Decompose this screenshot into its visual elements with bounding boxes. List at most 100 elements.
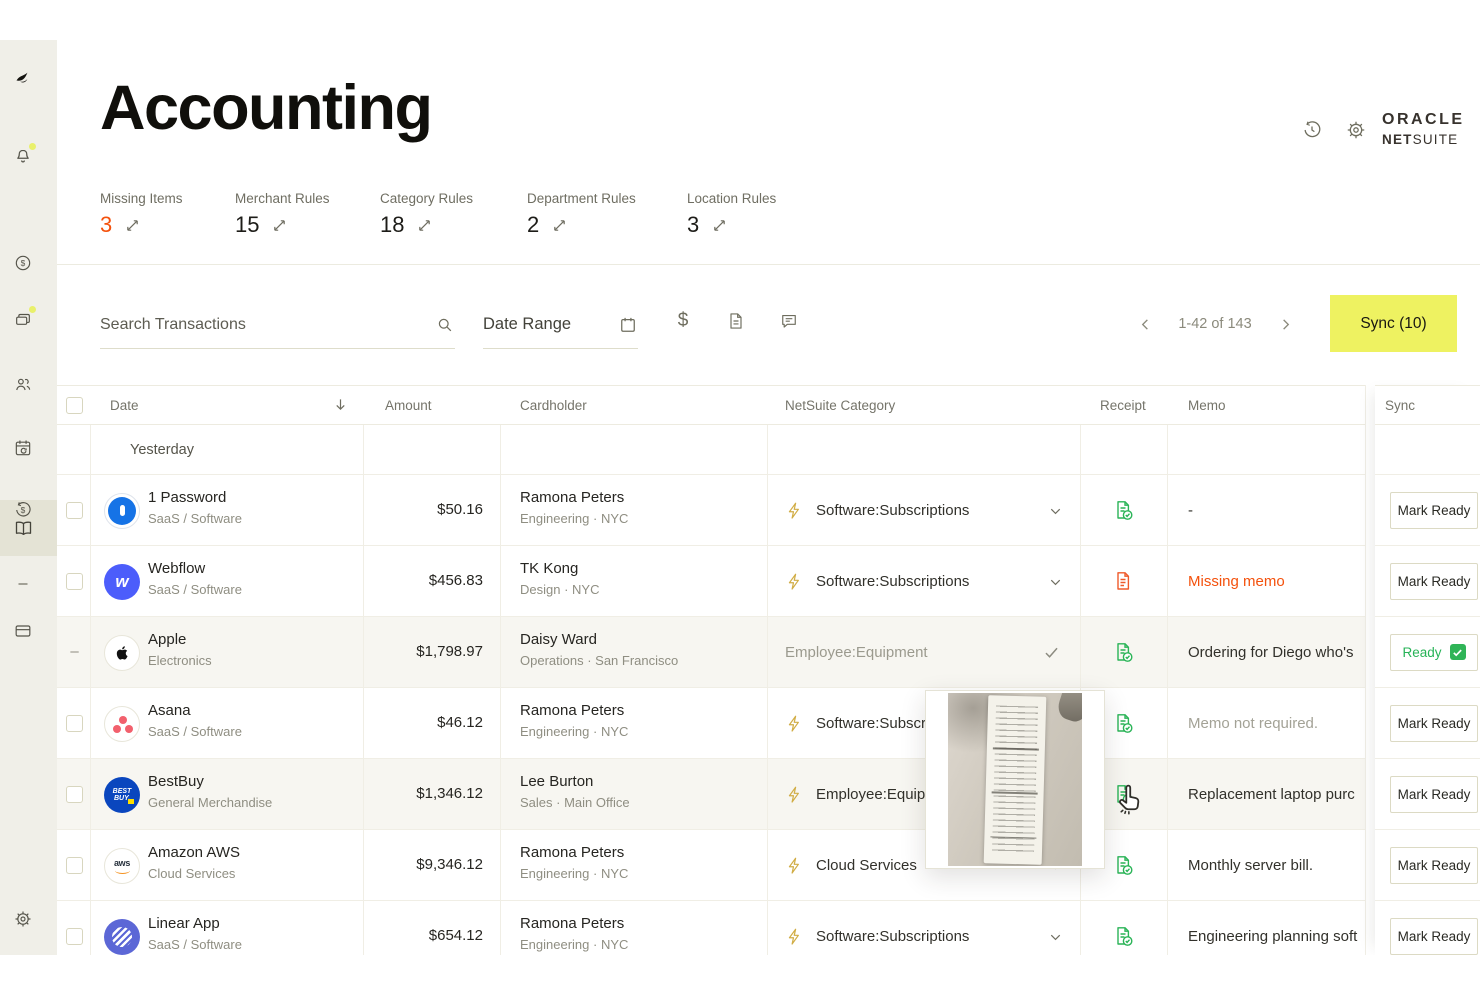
transaction-row[interactable]: aws Amazon AWS Cloud Services $9,346.12 …: [57, 830, 1365, 901]
row-checkbox[interactable]: [66, 928, 83, 945]
column-header-date[interactable]: Date: [110, 398, 139, 413]
sync-button[interactable]: Sync (10): [1330, 295, 1457, 352]
date-range-picker[interactable]: Date Range: [483, 301, 638, 349]
team-icon[interactable]: [12, 374, 34, 396]
receipt-attached-icon[interactable]: [1112, 712, 1134, 734]
column-header-memo[interactable]: Memo: [1188, 398, 1226, 413]
mark-ready-button[interactable]: Mark Ready: [1390, 705, 1478, 742]
accounting-book-icon[interactable]: [12, 517, 34, 539]
oracle-netsuite-logo: ORACLE NETSUITE: [1382, 112, 1465, 147]
category-select[interactable]: Software:Subscriptions: [816, 502, 969, 519]
merchant-logo-webflow: w: [104, 564, 140, 600]
category-select[interactable]: Software:Subscriptions: [816, 573, 969, 590]
amount: $46.12: [363, 714, 483, 731]
category-select[interactable]: Cloud Services: [816, 857, 917, 874]
memo-filter-icon[interactable]: [778, 310, 800, 332]
row-checkbox[interactable]: [66, 502, 83, 519]
expand-icon[interactable]: [552, 218, 567, 233]
mark-ready-button[interactable]: Mark Ready: [1390, 492, 1478, 529]
notification-badge: [27, 141, 38, 152]
receipt-attached-icon[interactable]: [1112, 925, 1134, 947]
category-select[interactable]: Software:Subscriptions: [816, 928, 969, 945]
memo-cell[interactable]: Monthly server bill.: [1188, 857, 1366, 874]
column-header-category[interactable]: NetSuite Category: [785, 398, 895, 413]
scheduled-sync-icon[interactable]: [12, 437, 34, 459]
notifications-icon[interactable]: [12, 146, 34, 168]
chevron-down-icon[interactable]: [1048, 575, 1063, 590]
transaction-row[interactable]: Asana SaaS / Software $46.12 Ramona Pete…: [57, 688, 1365, 759]
search-input[interactable]: [100, 316, 435, 334]
sidebar-settings-icon[interactable]: [12, 908, 34, 930]
row-checkbox[interactable]: [66, 573, 83, 590]
transaction-row[interactable]: BEST BUY, BestBuy General Merchandise $1…: [57, 759, 1365, 830]
row-checkbox[interactable]: [66, 786, 83, 803]
ready-label: Ready: [1402, 645, 1441, 660]
amount-filter-icon[interactable]: $: [672, 310, 694, 332]
stat-location-rules: Location Rules 3: [687, 191, 776, 238]
collapse-dash-icon[interactable]: [12, 573, 34, 595]
receipt-missing-icon[interactable]: [1112, 570, 1134, 592]
search-box: [100, 301, 455, 349]
brand-logo-icon[interactable]: [12, 66, 34, 88]
netsuite-suite: SUITE: [1413, 132, 1459, 147]
transaction-row[interactable]: w Webflow SaaS / Software $456.83 TK Kon…: [57, 546, 1365, 617]
next-page-icon[interactable]: [1275, 314, 1295, 334]
expand-icon[interactable]: [417, 218, 432, 233]
memo-cell[interactable]: Memo not required.: [1188, 715, 1366, 732]
banking-card-icon[interactable]: [12, 620, 34, 642]
cardholder-name: Ramona Peters: [520, 702, 628, 719]
category-confirmed: Employee:Equipment: [785, 644, 928, 661]
expand-icon[interactable]: [272, 218, 287, 233]
memo-cell[interactable]: Engineering planning soft: [1188, 928, 1366, 945]
cardholder-name: Daisy Ward: [520, 631, 678, 648]
cardholder-detail: Design · NYC: [520, 582, 599, 597]
cardholder-name: Ramona Peters: [520, 489, 628, 506]
column-header-cardholder[interactable]: Cardholder: [520, 398, 587, 413]
prev-page-icon[interactable]: [1135, 314, 1155, 334]
history-icon[interactable]: [1301, 119, 1323, 141]
header-settings-icon[interactable]: [1345, 119, 1367, 141]
bottom-window-strip: [0, 955, 1480, 987]
chevron-down-icon[interactable]: [1048, 930, 1063, 945]
stat-value: 18: [380, 212, 404, 238]
stat-label: Merchant Rules: [235, 191, 330, 206]
amount: $456.83: [363, 572, 483, 589]
row-checkbox[interactable]: [66, 715, 83, 732]
mark-ready-button[interactable]: Mark Ready: [1390, 918, 1478, 955]
cardholder-detail: Engineering · NYC: [520, 511, 628, 526]
sort-desc-icon[interactable]: [333, 397, 348, 412]
row-checkbox[interactable]: [66, 857, 83, 874]
select-all-checkbox[interactable]: [66, 397, 83, 414]
receipt-filter-icon[interactable]: [725, 310, 747, 332]
transactions-icon[interactable]: $: [12, 252, 34, 274]
page-title: Accounting: [100, 72, 431, 144]
memo-cell[interactable]: Replacement laptop purc: [1188, 786, 1366, 803]
stat-label: Location Rules: [687, 191, 776, 206]
cards-icon[interactable]: [12, 309, 34, 331]
transaction-row[interactable]: – Apple Electronics $1,798.97 Daisy Ward…: [57, 617, 1365, 688]
mark-ready-button[interactable]: Mark Ready: [1390, 563, 1478, 600]
mark-ready-button[interactable]: Mark Ready: [1390, 847, 1478, 884]
row-ready-dash[interactable]: –: [66, 643, 83, 660]
memo-cell[interactable]: Ordering for Diego who's: [1188, 644, 1366, 661]
column-header-amount[interactable]: Amount: [385, 398, 432, 413]
expand-icon[interactable]: [125, 218, 140, 233]
merchant-logo-aws: aws: [104, 848, 140, 884]
expand-icon[interactable]: [712, 218, 727, 233]
memo-cell[interactable]: -: [1188, 502, 1366, 519]
mark-ready-button[interactable]: Mark Ready: [1390, 776, 1478, 813]
column-header-receipt[interactable]: Receipt: [1100, 398, 1146, 413]
receipt-attached-icon[interactable]: [1112, 641, 1134, 663]
receipt-preview-popup: [925, 690, 1105, 869]
cardholder-detail: Operations · San Francisco: [520, 653, 678, 668]
ready-button[interactable]: Ready: [1390, 634, 1478, 671]
receipt-attached-icon[interactable]: [1112, 499, 1134, 521]
receipt-attached-icon[interactable]: [1112, 854, 1134, 876]
merchant-name: Asana: [148, 702, 242, 719]
receipt-paper: [984, 695, 1047, 865]
svg-text:$: $: [21, 505, 26, 515]
transaction-row[interactable]: 1 Password SaaS / Software $50.16 Ramona…: [57, 475, 1365, 546]
memo-cell[interactable]: Missing memo: [1188, 573, 1366, 590]
chevron-down-icon[interactable]: [1048, 504, 1063, 519]
merchant-type: General Merchandise: [148, 795, 272, 810]
